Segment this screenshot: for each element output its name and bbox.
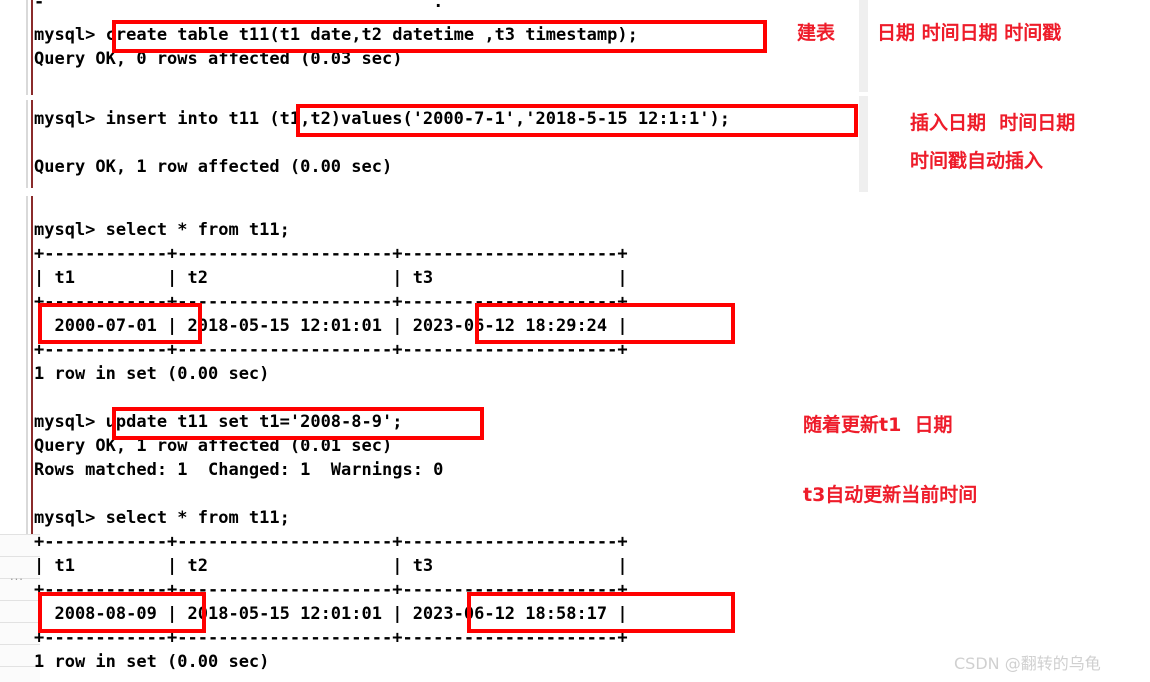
terminal-line-create-result: Query OK, 0 rows affected (0.03 sec): [34, 49, 403, 69]
annotation-create-table: 建表: [797, 22, 836, 44]
table-1-data-row: | 2000-07-01 | 2018-05-15 12:01:01 | 202…: [34, 316, 628, 336]
left-gutter-rule-top: [31, 0, 33, 95]
table-1-header-sep: +------------+---------------------+----…: [34, 292, 628, 312]
table-2-footer: 1 row in set (0.00 sec): [34, 652, 270, 672]
terminal-line-insert: mysql> insert into t11 (t1,t2)values('20…: [34, 109, 730, 129]
panel-separator-band-bottom: [859, 96, 868, 192]
csdn-watermark: CSDN @翻转的乌龟: [954, 654, 1101, 673]
terminal-clipped-top-line: - .: [34, 0, 443, 8]
annotation-column-types: 日期 时间日期 时间戳: [877, 22, 1062, 44]
annotation-insert-date: 插入日期 时间日期: [910, 112, 1076, 134]
table-2-data-row: | 2008-08-09 | 2018-05-15 12:01:01 | 202…: [34, 604, 628, 624]
table-2-header-sep: +------------+---------------------+----…: [34, 580, 628, 600]
annotation-update-t1-date: 随着更新t1 日期: [803, 414, 953, 436]
terminal-line-select-2: mysql> select * from t11;: [34, 508, 290, 528]
annotation-timestamp-auto-insert: 时间戳自动插入: [910, 150, 1044, 172]
terminal-line-insert-result: Query OK, 1 row affected (0.00 sec): [34, 157, 393, 177]
table-2-header-row: | t1 | t2 | t3 |: [34, 556, 628, 576]
table-1-footer: 1 row in set (0.00 sec): [34, 364, 270, 384]
terminal-line-update: mysql> update t11 set t1='2008-8-9';: [34, 412, 403, 432]
screenshot-root: ... - . mysql> create table t11(t1 date,…: [0, 0, 1150, 682]
gutter-ellipsis: ...: [10, 568, 24, 583]
table-2-top-border: +------------+---------------------+----…: [34, 532, 628, 552]
terminal-line-select-1: mysql> select * from t11;: [34, 220, 290, 240]
table-1-bottom-border: +------------+---------------------+----…: [34, 340, 628, 360]
table-2-bottom-border: +------------+---------------------+----…: [34, 628, 628, 648]
panel-separator-band-top: [859, 0, 868, 92]
annotation-t3-auto-update: t3自动更新当前时间: [803, 484, 978, 506]
left-gutter-light-rule-2: [26, 100, 28, 188]
left-gutter-light-rule: [26, 0, 28, 95]
table-1-header-row: | t1 | t2 | t3 |: [34, 268, 628, 288]
terminal-line-rows-matched: Rows matched: 1 Changed: 1 Warnings: 0: [34, 460, 444, 480]
table-1-top-border: +------------+---------------------+----…: [34, 244, 628, 264]
terminal-line-update-result: Query OK, 1 row affected (0.01 sec): [34, 436, 393, 456]
left-gutter-rule-mid: [31, 100, 33, 188]
terminal-line-create-table: mysql> create table t11(t1 date,t2 datet…: [34, 25, 638, 45]
